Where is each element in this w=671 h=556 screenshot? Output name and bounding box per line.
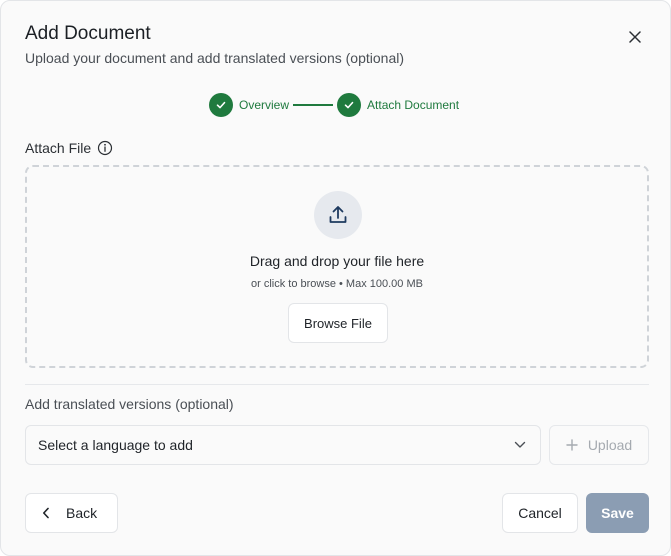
check-icon bbox=[209, 93, 233, 117]
upload-translation-button[interactable]: Upload bbox=[549, 425, 649, 465]
info-icon[interactable] bbox=[97, 140, 113, 156]
section-divider bbox=[25, 384, 649, 385]
dialog-title: Add Document bbox=[25, 23, 151, 44]
browse-file-button[interactable]: Browse File bbox=[288, 303, 388, 343]
step-overview: Overview bbox=[209, 93, 289, 117]
attach-file-label: Attach File bbox=[25, 140, 113, 156]
plus-icon bbox=[566, 439, 578, 451]
chevron-left-icon bbox=[43, 507, 49, 519]
check-icon bbox=[337, 93, 362, 117]
upload-label: Upload bbox=[587, 437, 633, 453]
attach-file-label-text: Attach File bbox=[25, 140, 92, 156]
back-button[interactable]: Back bbox=[25, 493, 118, 533]
chevron-down-icon bbox=[514, 441, 526, 448]
add-document-dialog: Add Document Upload your document and ad… bbox=[0, 0, 671, 556]
language-select-placeholder: Select a language to add bbox=[38, 437, 193, 453]
step-attach-document: Attach Document bbox=[337, 93, 459, 117]
cancel-button[interactable]: Cancel bbox=[502, 493, 578, 533]
save-button[interactable]: Save bbox=[586, 493, 649, 533]
translated-versions-label: Add translated versions (optional) bbox=[25, 396, 234, 412]
back-label: Back bbox=[66, 505, 98, 521]
dropzone-hint: or click to browse • Max 100.00 MB bbox=[251, 278, 423, 290]
file-dropzone[interactable]: Drag and drop your file here or click to… bbox=[25, 165, 649, 368]
stepper: Overview Attach Document bbox=[209, 93, 459, 117]
dialog-subtitle: Upload your document and add translated … bbox=[25, 50, 405, 66]
step-connector bbox=[293, 104, 334, 106]
step-label-overview: Overview bbox=[239, 98, 290, 112]
language-select[interactable]: Select a language to add bbox=[25, 425, 541, 465]
upload-icon bbox=[314, 191, 362, 239]
step-label-attach-document: Attach Document bbox=[367, 98, 460, 112]
close-icon bbox=[629, 31, 641, 43]
close-button[interactable] bbox=[623, 25, 647, 49]
dropzone-title: Drag and drop your file here bbox=[249, 253, 425, 269]
